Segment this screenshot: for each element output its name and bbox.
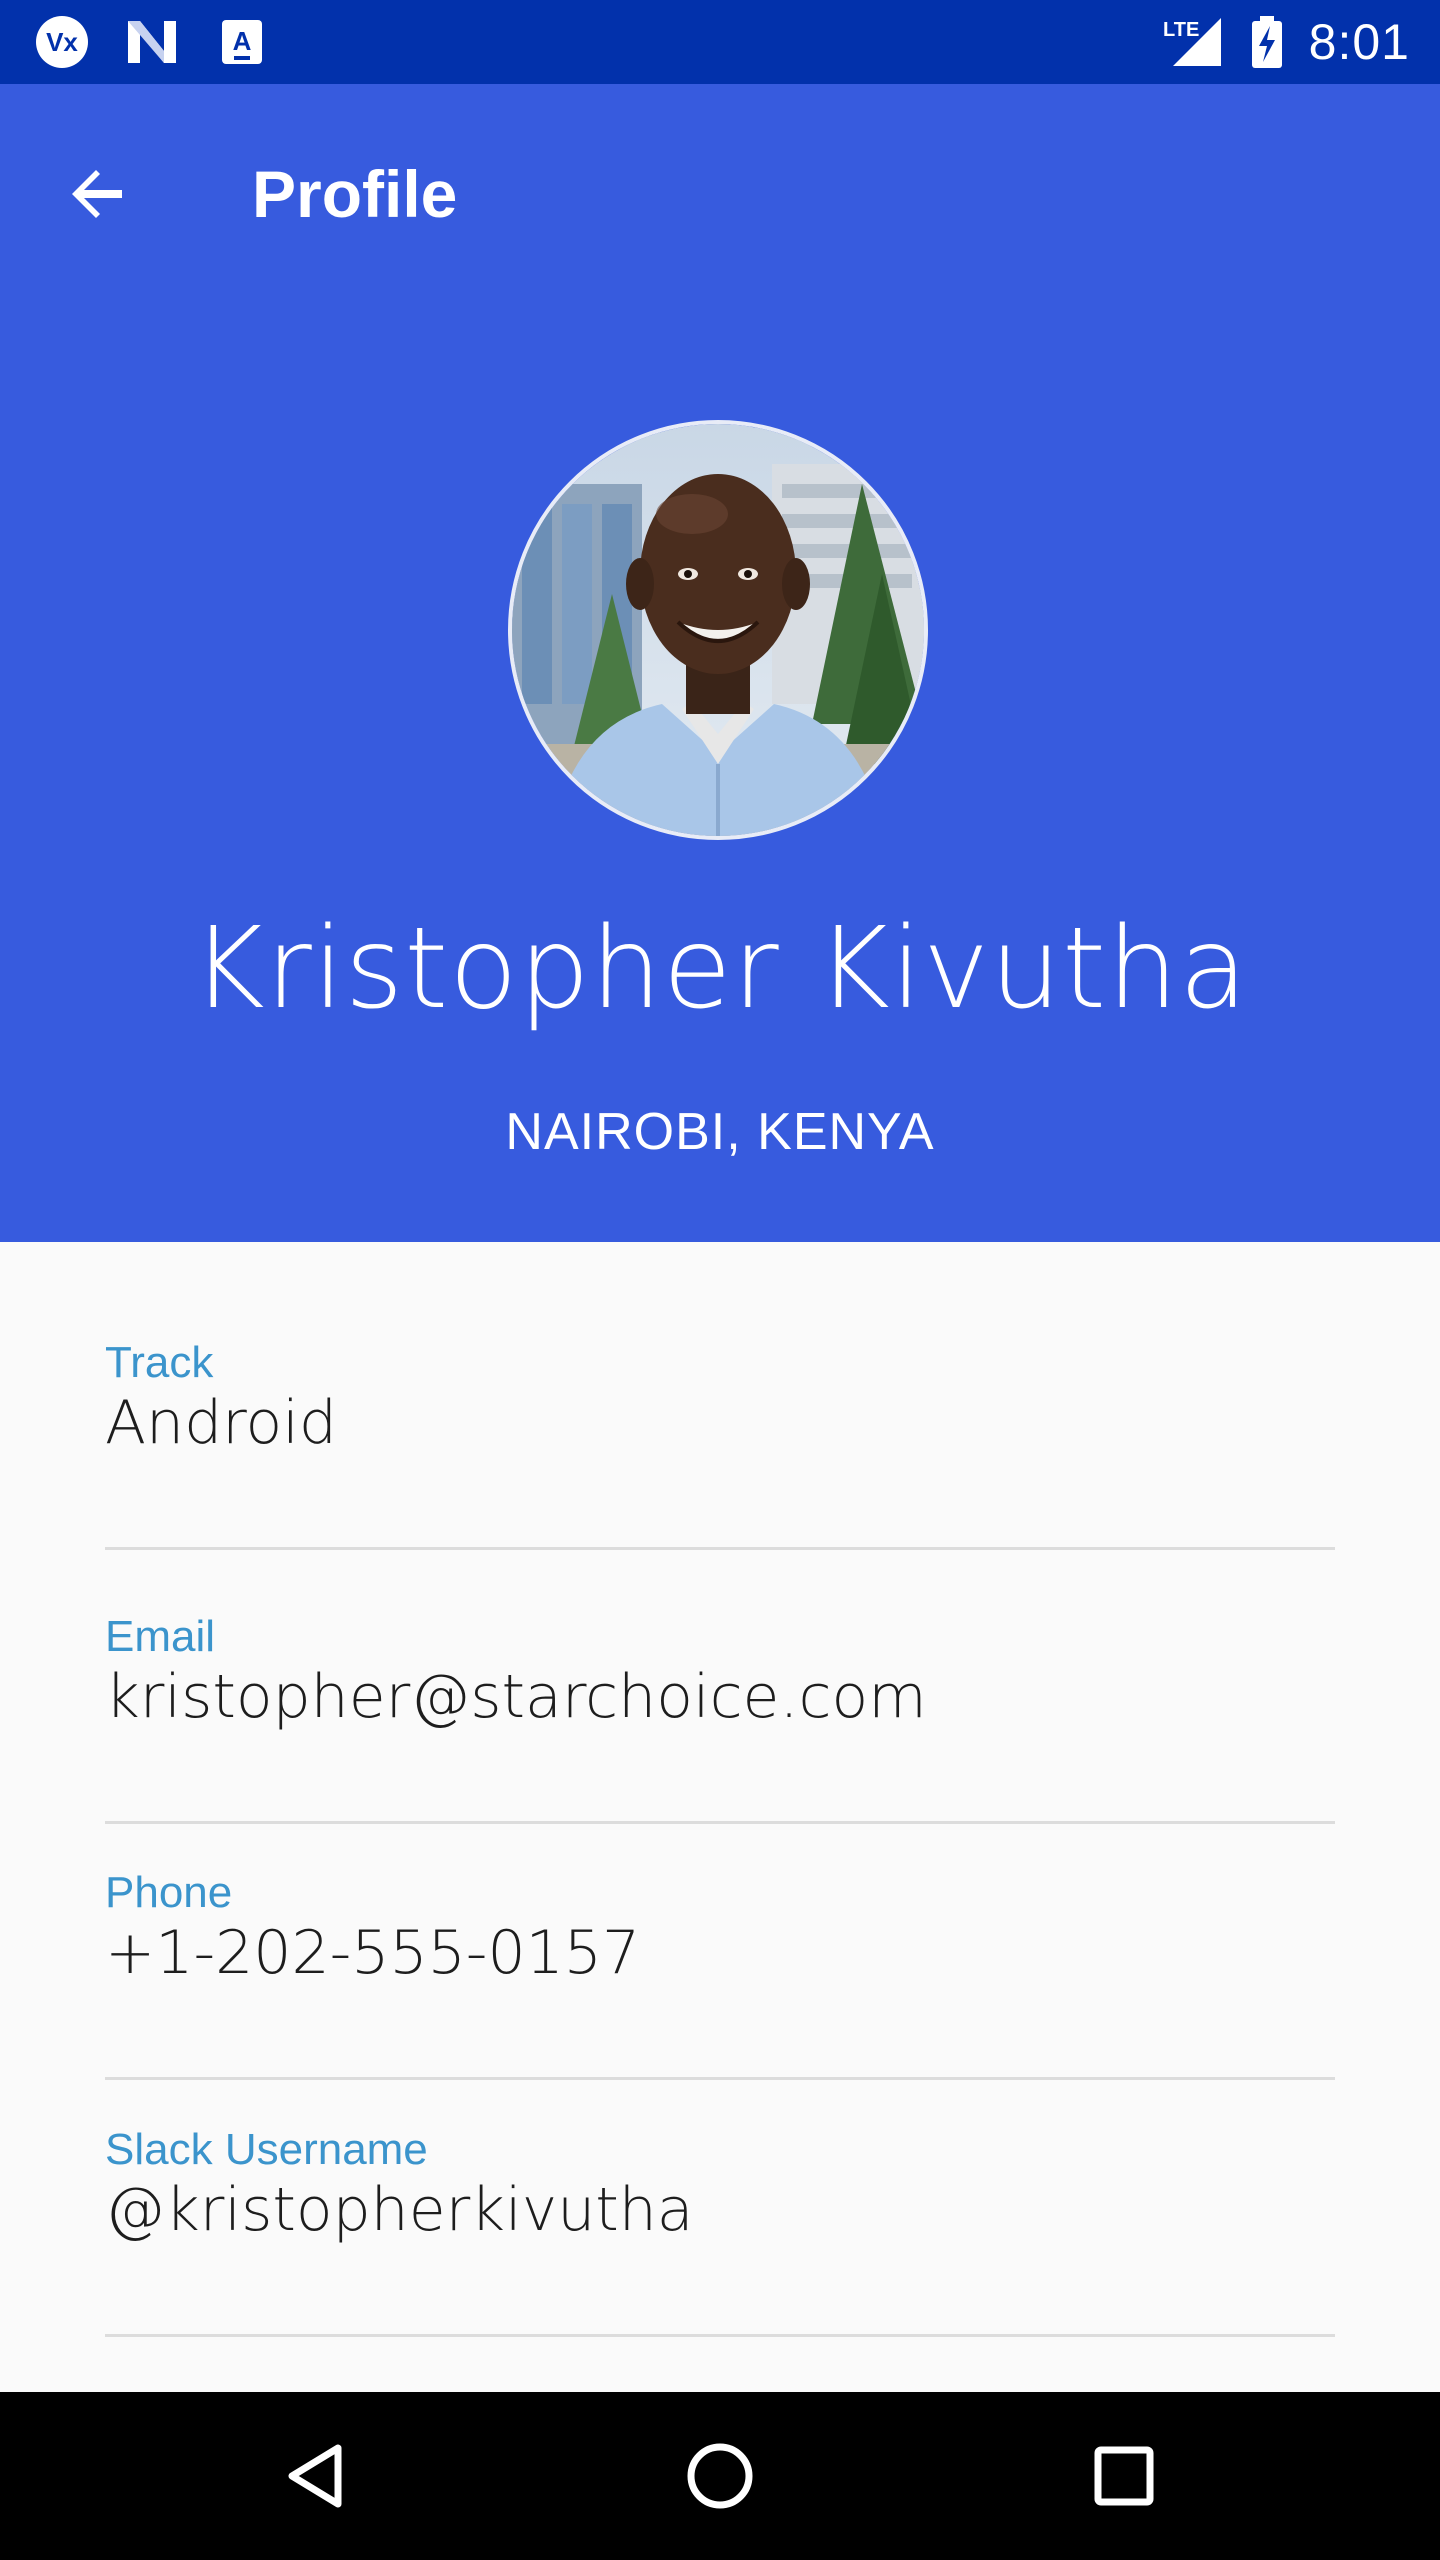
svg-text:Vx: Vx <box>46 27 78 57</box>
notification-icons: Vx A <box>34 0 270 84</box>
nav-back-icon <box>288 2444 342 2508</box>
detail-value[interactable]: @kristopherkivutha <box>105 2175 694 2245</box>
profile-header: Profile Kristopher Kivutha NAIROBI, KENY… <box>0 84 1440 1242</box>
nav-recents-icon <box>1094 2446 1154 2506</box>
nav-back-button[interactable] <box>276 2436 356 2516</box>
status-bar: Vx A LTE 8:01 <box>0 0 1440 84</box>
detail-phone: Phone +1-202-555-0157 <box>105 1868 1335 2080</box>
a-app-icon: A <box>214 14 270 70</box>
nav-home-icon <box>687 2443 753 2509</box>
detail-track: Track Android <box>105 1338 1335 1550</box>
n-app-icon <box>124 14 180 70</box>
navigation-bar <box>0 2392 1440 2560</box>
detail-label: Track <box>105 1338 214 1387</box>
nav-recents-button[interactable] <box>1084 2436 1164 2516</box>
vx-app-icon: Vx <box>34 14 90 70</box>
lte-signal-icon: LTE <box>1161 14 1225 70</box>
detail-slack-username: Slack Username @kristopherkivutha <box>105 2125 1335 2337</box>
detail-label: Email <box>105 1612 216 1661</box>
profile-photo <box>512 424 924 836</box>
svg-text:A: A <box>233 26 252 56</box>
back-button[interactable] <box>50 146 146 242</box>
system-status: LTE 8:01 <box>1161 0 1410 84</box>
detail-value[interactable]: kristopher@starchoice.com <box>105 1662 927 1732</box>
detail-label: Phone <box>105 1868 233 1917</box>
detail-value[interactable]: Android <box>105 1388 337 1458</box>
clock: 8:01 <box>1308 14 1410 70</box>
detail-value[interactable]: +1-202-555-0157 <box>105 1918 640 1988</box>
nav-home-button[interactable] <box>680 2436 760 2516</box>
avatar[interactable] <box>508 420 928 840</box>
detail-label: Slack Username <box>105 2125 428 2174</box>
arrow-back-icon <box>72 170 122 218</box>
svg-text:LTE: LTE <box>1163 19 1199 41</box>
detail-email: Email kristopher@starchoice.com <box>105 1612 1335 1824</box>
profile-location: NAIROBI, KENYA <box>505 1103 935 1161</box>
battery-charging-icon <box>1247 14 1287 70</box>
page-title: Profile <box>252 157 458 231</box>
profile-name: Kristopher Kivutha <box>191 904 1249 1034</box>
